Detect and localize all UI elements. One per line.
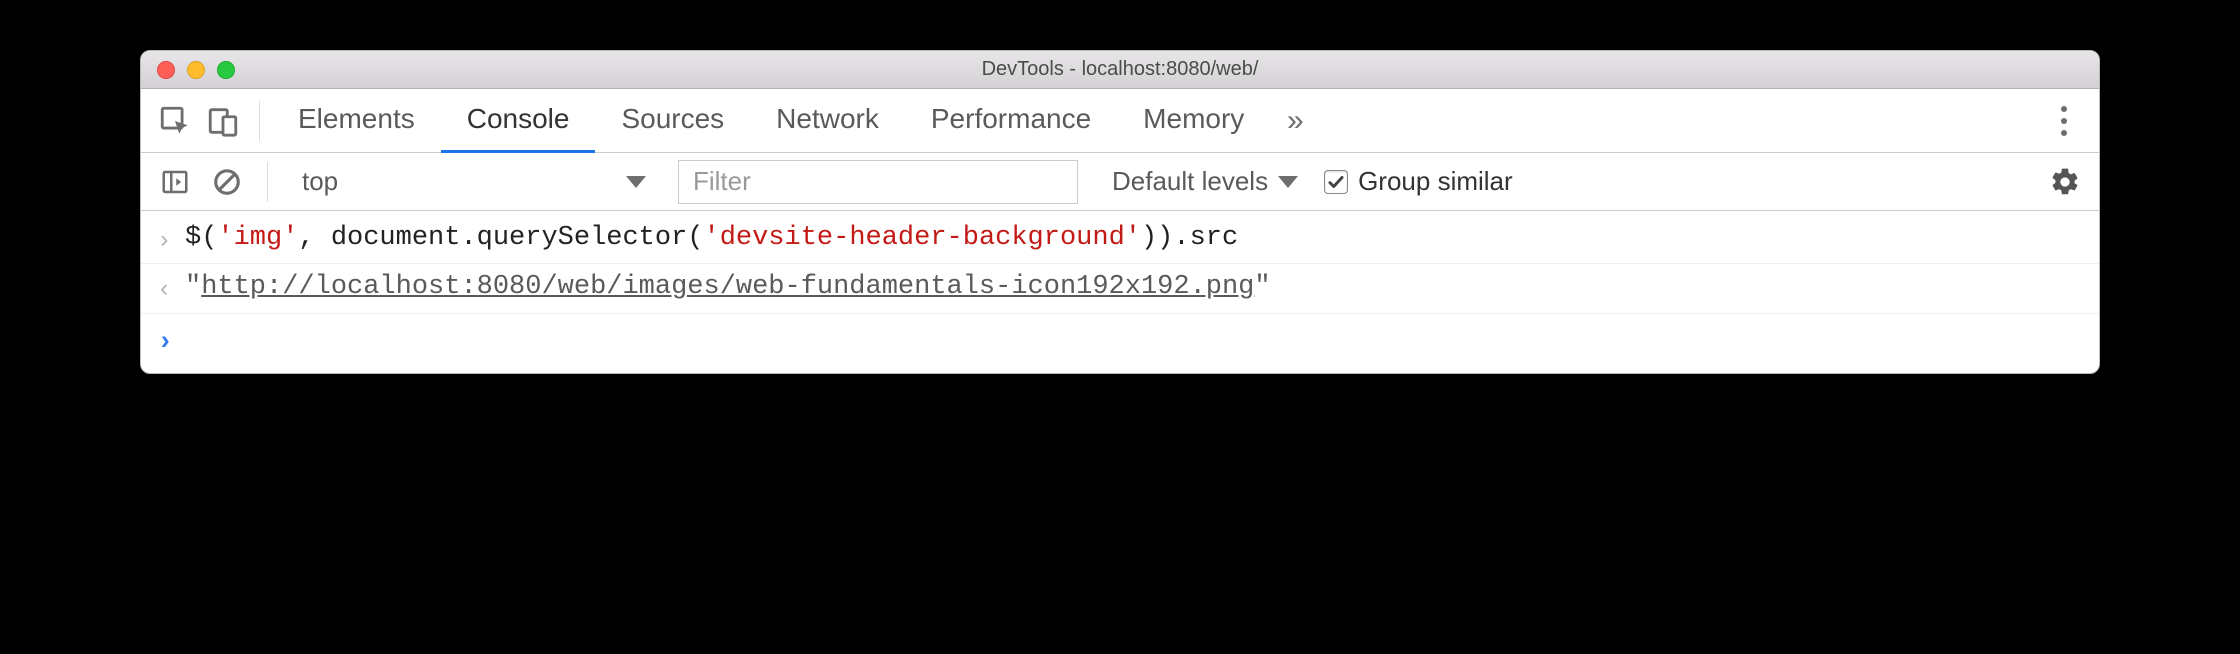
code-quote: ": [1254, 272, 1270, 302]
console-output-value[interactable]: "http://localhost:8080/web/images/web-fu…: [185, 266, 2083, 309]
console-output-row: ‹ "http://localhost:8080/web/images/web-…: [141, 264, 2099, 313]
devtools-window: DevTools - localhost:8080/web/ Elements …: [140, 50, 2100, 374]
clear-console-icon[interactable]: [203, 158, 251, 206]
tab-performance[interactable]: Performance: [905, 89, 1117, 153]
code-text: $(: [185, 223, 217, 253]
console-input-code[interactable]: $('img', document.querySelector('devsite…: [185, 217, 2083, 260]
code-quote: ": [185, 272, 201, 302]
tab-network[interactable]: Network: [750, 89, 905, 153]
console-toolbar: top Default levels Group similar: [141, 153, 2099, 211]
more-tabs-icon[interactable]: »: [1270, 104, 1320, 138]
tabs-bar: Elements Console Sources Network Perform…: [141, 89, 2099, 153]
separator: [267, 162, 268, 202]
code-string: 'devsite-header-background': [704, 223, 1141, 253]
minimize-window-button[interactable]: [187, 61, 205, 79]
code-text: )).src: [1141, 223, 1238, 253]
toggle-sidebar-icon[interactable]: [151, 158, 199, 206]
code-text: , document.querySelector(: [298, 223, 703, 253]
levels-label: Default levels: [1112, 166, 1268, 197]
chevron-down-icon: [1278, 176, 1298, 188]
context-label: top: [302, 166, 338, 197]
console-output: › $('img', document.querySelector('devsi…: [141, 211, 2099, 373]
input-chevron-icon: ›: [157, 217, 185, 261]
chevron-down-icon: [626, 176, 646, 188]
prompt-chevron-icon: ›: [157, 316, 185, 365]
tab-memory[interactable]: Memory: [1117, 89, 1270, 153]
group-similar-label: Group similar: [1358, 166, 1513, 197]
console-prompt-row[interactable]: ›: [141, 314, 2099, 367]
log-levels-selector[interactable]: Default levels: [1112, 166, 1298, 197]
output-chevron-icon: ‹: [157, 266, 185, 310]
filter-input[interactable]: [678, 160, 1078, 204]
checkbox-icon: [1324, 170, 1348, 194]
code-string: 'img': [217, 223, 298, 253]
settings-icon[interactable]: [2041, 158, 2089, 206]
context-selector[interactable]: top: [284, 166, 664, 197]
close-window-button[interactable]: [157, 61, 175, 79]
traffic-lights: [141, 61, 235, 79]
kebab-menu-icon[interactable]: [2039, 98, 2089, 144]
tab-console[interactable]: Console: [441, 89, 596, 153]
code-url: http://localhost:8080/web/images/web-fun…: [201, 272, 1254, 302]
maximize-window-button[interactable]: [217, 61, 235, 79]
tab-sources[interactable]: Sources: [595, 89, 750, 153]
titlebar: DevTools - localhost:8080/web/: [141, 51, 2099, 89]
separator: [259, 101, 260, 141]
tab-elements[interactable]: Elements: [272, 89, 441, 153]
console-input-row: › $('img', document.querySelector('devsi…: [141, 215, 2099, 264]
inspect-element-icon[interactable]: [151, 97, 199, 145]
device-toggle-icon[interactable]: [199, 97, 247, 145]
window-title: DevTools - localhost:8080/web/: [141, 58, 2099, 81]
group-similar-checkbox[interactable]: Group similar: [1324, 166, 1513, 197]
